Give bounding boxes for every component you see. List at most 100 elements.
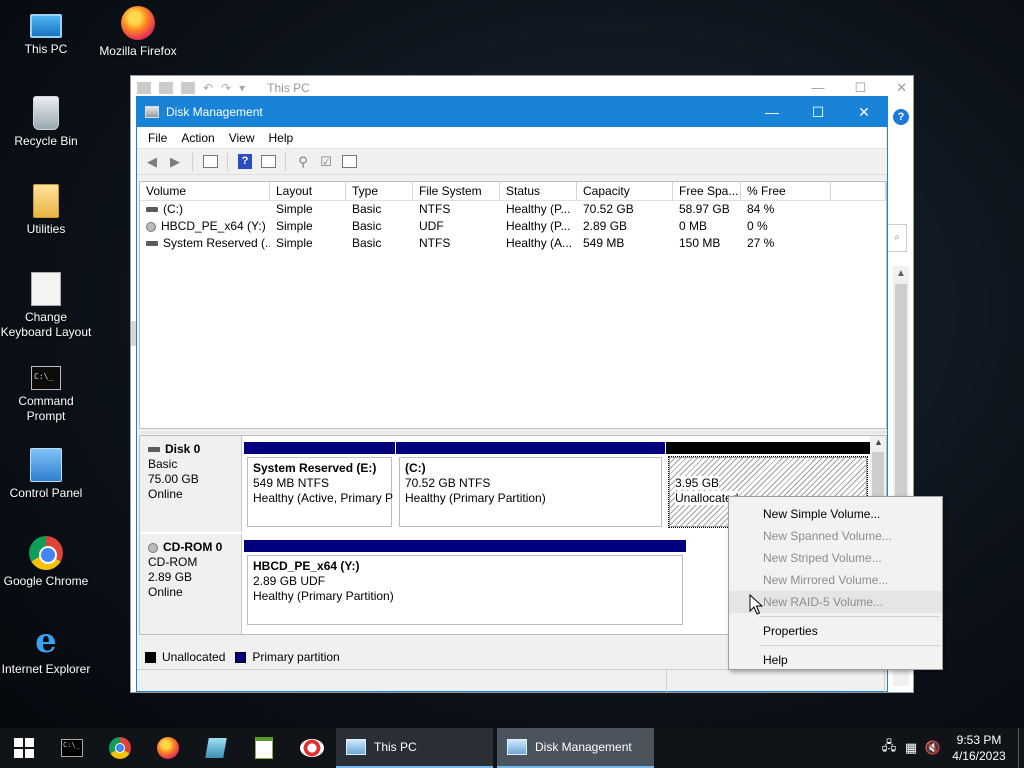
taskbar-notepad[interactable] <box>192 728 240 768</box>
menu-item-new-spanned-volume[interactable]: New Spanned Volume... <box>729 525 942 547</box>
connect-icon[interactable]: ⚲ <box>294 153 312 171</box>
help-icon[interactable]: ? <box>893 109 909 125</box>
forward-arrow-icon[interactable]: ▶ <box>166 153 184 171</box>
taskbar-command-prompt[interactable]: C:\_ <box>48 728 96 768</box>
search-icon[interactable]: ⌕ <box>887 224 907 252</box>
desktop-icon-google-chrome[interactable]: Google Chrome <box>0 536 92 589</box>
desktop-icon-label: Command Prompt <box>18 394 74 423</box>
column-header-volume[interactable]: Volume <box>140 182 270 200</box>
windows-logo-icon <box>14 738 34 758</box>
status-cell: Healthy (A... <box>506 236 573 250</box>
volume-cell: (C:) <box>140 201 270 218</box>
menu-item-help[interactable]: Help <box>729 649 942 671</box>
desktop-icon-recycle-bin[interactable]: Recycle Bin <box>0 96 92 149</box>
menu-item-properties[interactable]: Properties <box>729 620 942 642</box>
display-settings-icon[interactable]: ▦ <box>900 740 922 756</box>
chevron-down-icon[interactable]: ▾ <box>239 81 245 95</box>
volume-cell: System Reserved (... <box>140 235 270 252</box>
maximize-button[interactable]: ☐ <box>795 97 841 127</box>
redo-icon[interactable]: ↷ <box>221 81 231 95</box>
minimize-button[interactable]: — <box>811 80 824 96</box>
desktop-icon-label: Control Panel <box>9 486 83 500</box>
taskbar-task-this-pc[interactable]: This PC <box>336 728 493 768</box>
table-row[interactable]: System Reserved (... Simple Basic NTFS H… <box>140 235 886 252</box>
column-header-percent-free[interactable]: % Free <box>741 182 831 200</box>
new-folder-icon[interactable] <box>181 82 195 94</box>
network-icon[interactable]: 🖧 <box>878 737 900 759</box>
column-header-layout[interactable]: Layout <box>270 182 346 200</box>
menu-help[interactable]: Help <box>262 131 301 145</box>
show-hide-console-tree-icon[interactable] <box>201 153 219 171</box>
menu-bar: File Action View Help <box>137 127 887 149</box>
desktop-icon-command-prompt[interactable]: C:\_ Command Prompt <box>0 360 92 424</box>
menu-item-new-striped-volume[interactable]: New Striped Volume... <box>729 547 942 569</box>
context-menu: New Simple Volume... New Spanned Volume.… <box>728 496 943 670</box>
column-header-capacity[interactable]: Capacity <box>577 182 673 200</box>
volume-muted-icon[interactable]: 🔇 <box>922 740 944 756</box>
desktop-icon-internet-explorer[interactable]: e Internet Explorer <box>0 624 92 677</box>
taskbar-snipping-tool[interactable] <box>288 728 336 768</box>
partition-c-drive[interactable]: (C:) 70.52 GB NTFS Healthy (Primary Part… <box>396 442 665 530</box>
desktop-icon-utilities[interactable]: Utilities <box>0 184 92 237</box>
desktop-icon-label: Mozilla Firefox <box>99 44 177 58</box>
firefox-icon <box>121 6 155 40</box>
computer-icon <box>30 14 62 38</box>
desktop-icon-change-keyboard-layout[interactable]: Change Keyboard Layout <box>0 272 92 340</box>
taskbar-spreadsheet[interactable] <box>240 728 288 768</box>
partition-status: Healthy (Active, Primary P <box>253 491 394 505</box>
show-desktop-button[interactable] <box>1018 728 1024 768</box>
close-button[interactable]: ✕ <box>896 80 907 96</box>
disk-name-row: Disk 0 <box>148 442 233 457</box>
taskbar-google-chrome[interactable] <box>96 728 144 768</box>
table-row[interactable]: HBCD_PE_x64 (Y:) Simple Basic UDF Health… <box>140 218 886 235</box>
desktop-icon-this-pc[interactable]: This PC <box>0 8 92 57</box>
legend-label: Primary partition <box>252 650 340 664</box>
column-header-type[interactable]: Type <box>346 182 413 200</box>
properties-icon[interactable] <box>340 153 358 171</box>
properties-icon[interactable] <box>159 82 173 94</box>
minimize-button[interactable]: — <box>749 97 795 127</box>
pane-splitter[interactable] <box>139 431 887 434</box>
scrollbar-thumb[interactable] <box>872 452 884 498</box>
back-arrow-icon[interactable]: ◀ <box>143 153 161 171</box>
title-bar[interactable]: Disk Management — ☐ ✕ <box>137 97 887 127</box>
status-bar-section <box>137 670 667 692</box>
legend-label: Unallocated <box>162 650 226 664</box>
column-header-file-system[interactable]: File System <box>413 182 500 200</box>
cdrom-0-label[interactable]: CD-ROM 0 CD-ROM 2.89 GB Online <box>140 534 242 634</box>
partition-body: HBCD_PE_x64 (Y:) 2.89 GB UDF Healthy (Pr… <box>247 555 683 625</box>
taskbar-task-disk-management[interactable]: Disk Management <box>497 728 654 768</box>
volume-list[interactable]: Volume Layout Type File System Status Ca… <box>139 181 887 429</box>
desktop-icon-firefox[interactable]: Mozilla Firefox <box>92 6 184 59</box>
type-cell: Basic <box>352 219 382 233</box>
task-label: This PC <box>374 740 417 754</box>
column-header-status[interactable]: Status <box>500 182 577 200</box>
status-bar <box>137 669 887 692</box>
menu-file[interactable]: File <box>141 131 174 145</box>
taskbar-firefox[interactable] <box>144 728 192 768</box>
desktop-icon-label: This PC <box>24 42 68 56</box>
column-header-free-space[interactable]: Free Spa... <box>673 182 741 200</box>
clock[interactable]: 9:53 PM 4/16/2023 <box>944 732 1014 764</box>
scroll-up-icon[interactable]: ▲ <box>896 268 906 279</box>
close-button[interactable]: ✕ <box>841 97 887 127</box>
disk-name: Disk 0 <box>165 442 201 456</box>
partition-system-reserved[interactable]: System Reserved (E:) 549 MB NTFS Healthy… <box>244 442 395 530</box>
help-icon[interactable]: ? <box>236 153 254 171</box>
checklist-icon[interactable]: ☑ <box>317 153 335 171</box>
desktop-icon-control-panel[interactable]: Control Panel <box>0 448 92 501</box>
maximize-button[interactable]: ☐ <box>854 80 866 96</box>
table-row[interactable]: (C:) Simple Basic NTFS Healthy (P... 70.… <box>140 201 886 218</box>
partition-hbcd[interactable]: HBCD_PE_x64 (Y:) 2.89 GB UDF Healthy (Pr… <box>244 540 686 628</box>
menu-item-new-simple-volume[interactable]: New Simple Volume... <box>729 503 942 525</box>
menu-action[interactable]: Action <box>174 131 221 145</box>
menu-view[interactable]: View <box>222 131 262 145</box>
undo-icon[interactable]: ↶ <box>203 81 213 95</box>
disk-0-label[interactable]: Disk 0 Basic 75.00 GB Online <box>140 436 242 532</box>
list-view-icon[interactable] <box>259 153 277 171</box>
start-button[interactable] <box>0 728 48 768</box>
toolbar-divider <box>227 152 228 171</box>
internet-explorer-icon: e <box>35 621 57 661</box>
scroll-up-icon[interactable]: ▲ <box>874 437 883 447</box>
menu-item-new-mirrored-volume[interactable]: New Mirrored Volume... <box>729 569 942 591</box>
